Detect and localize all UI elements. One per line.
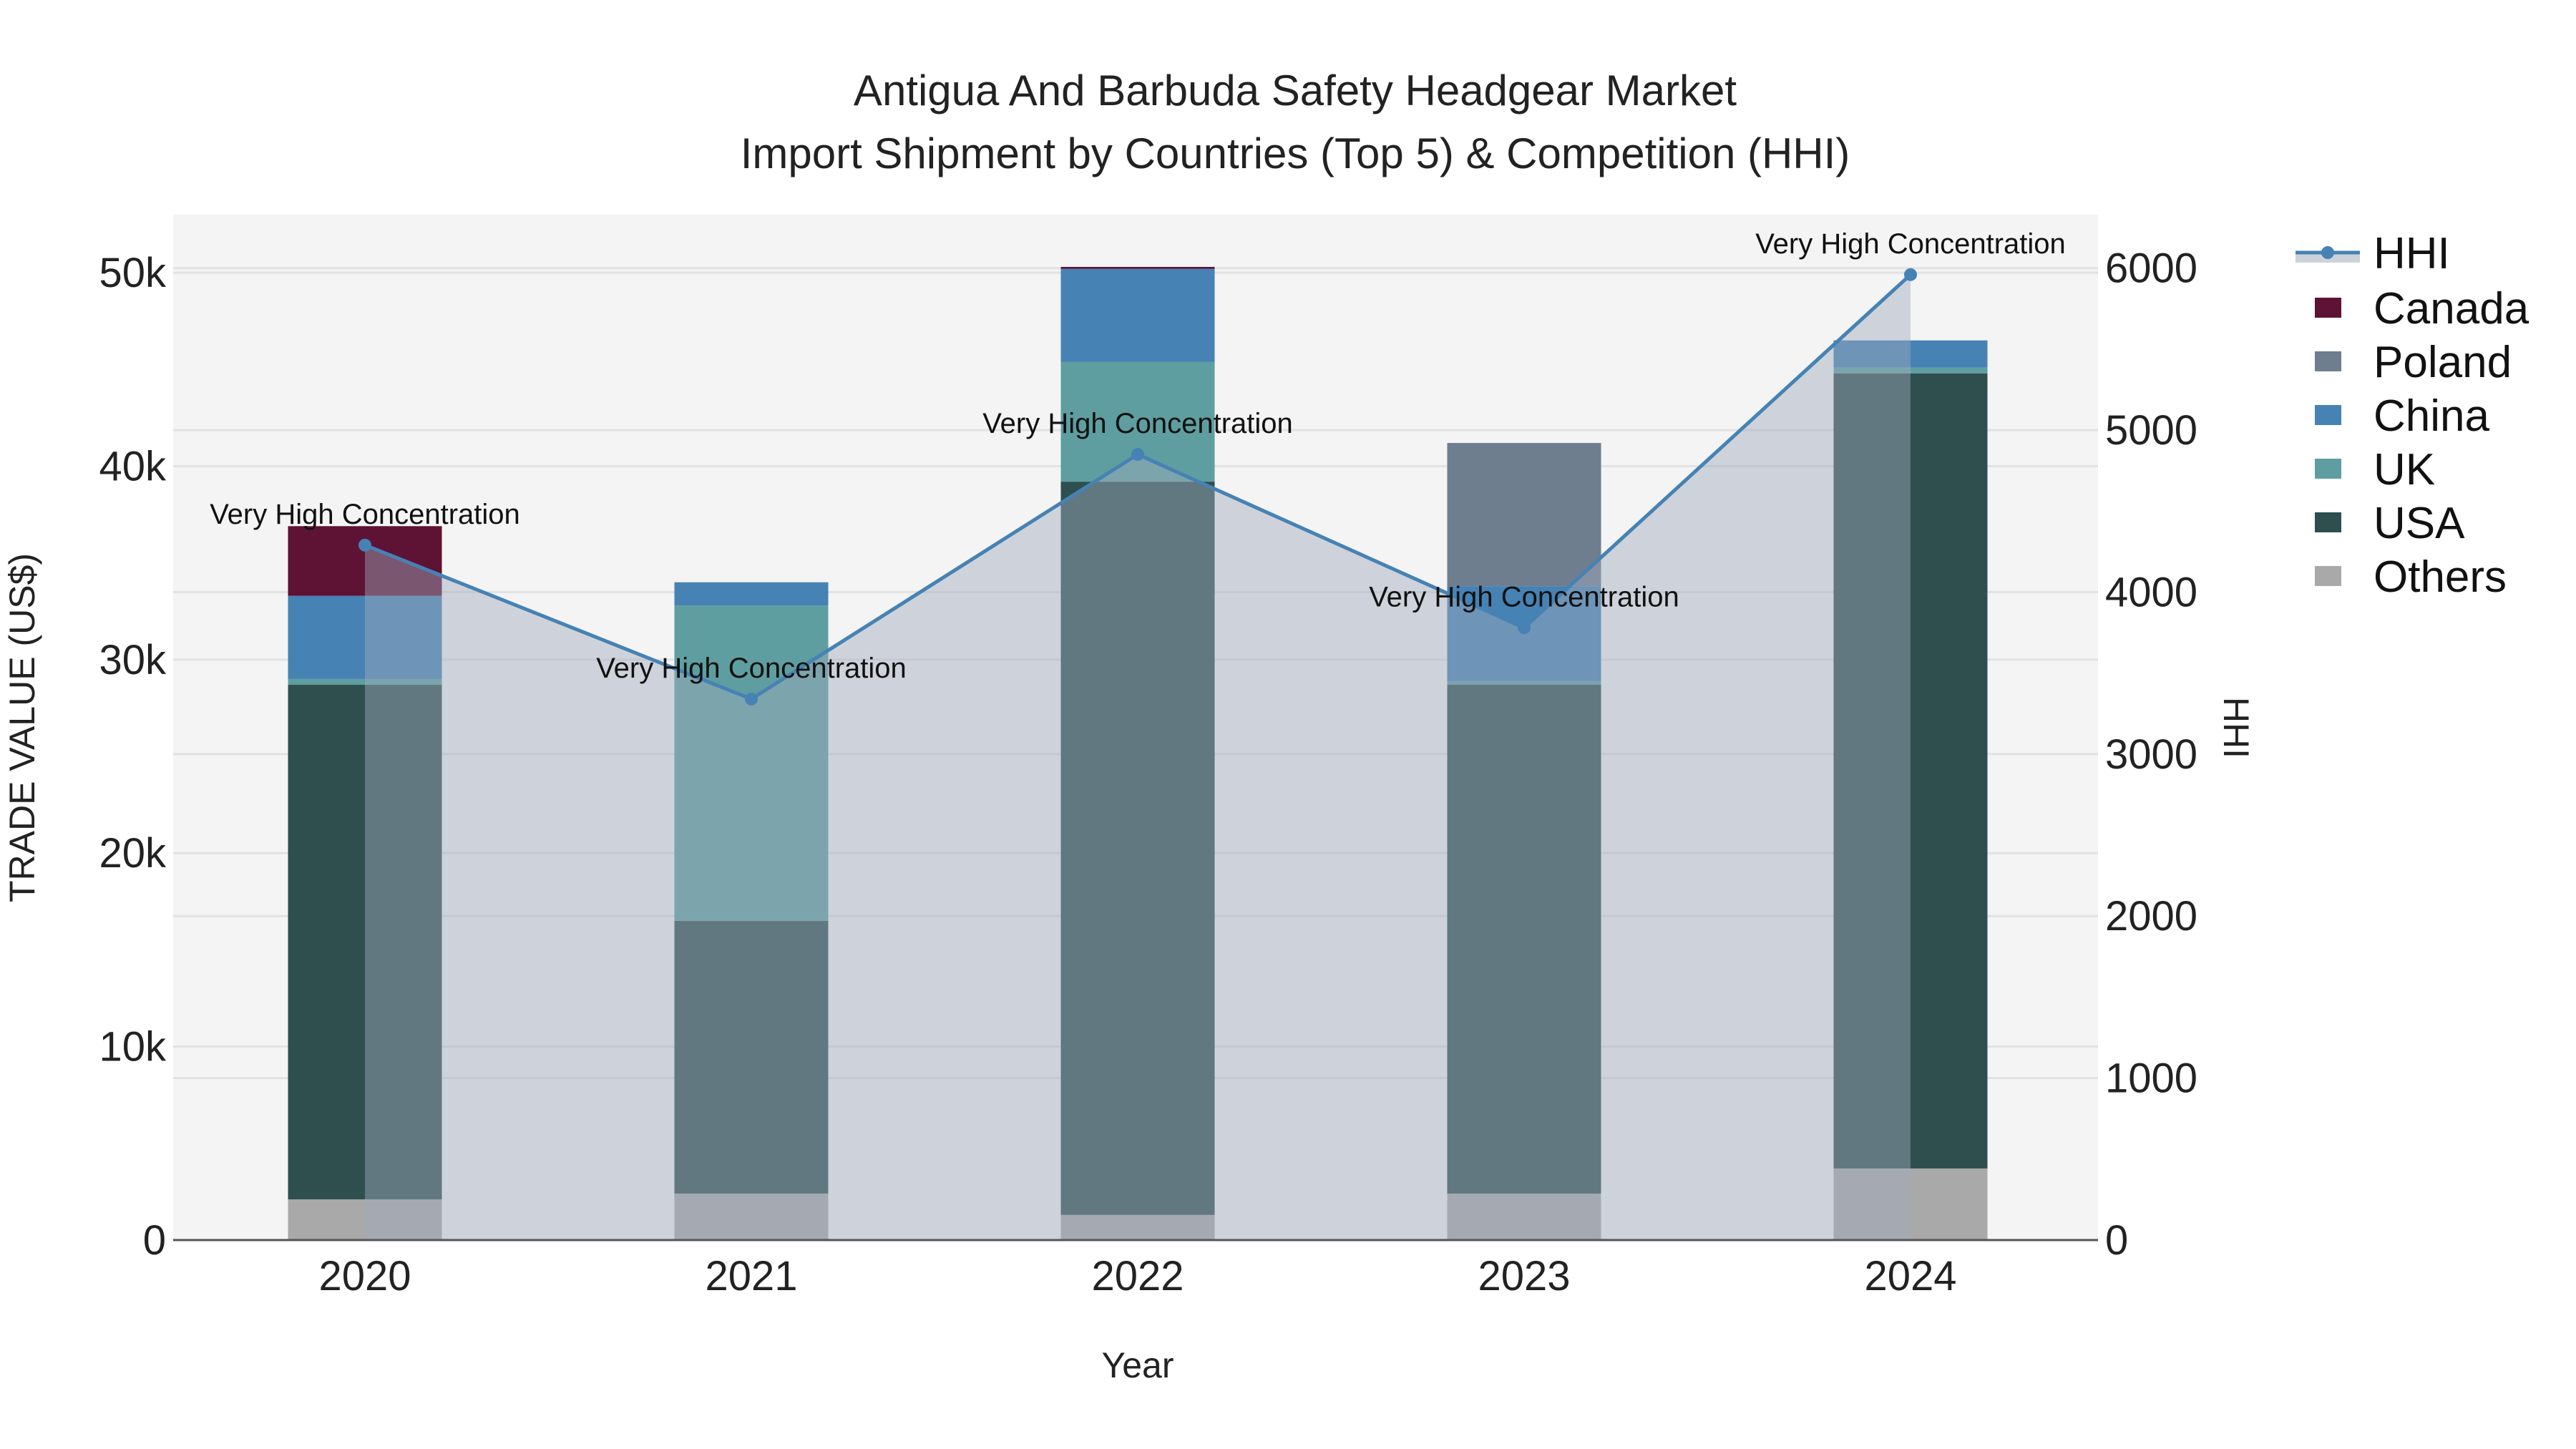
legend-swatch-usa: [2315, 512, 2341, 532]
y-tick-label: 40k: [99, 443, 167, 489]
hhi-annotation: Very High Concentration: [596, 653, 907, 684]
x-tick-label: 2022: [1091, 1253, 1184, 1299]
bar-china: [674, 582, 829, 606]
hhi-point: [745, 692, 758, 706]
bar-china: [1060, 268, 1215, 362]
legend-swatch-canada: [2315, 298, 2341, 318]
legend-label-canada: Canada: [2373, 284, 2529, 333]
y-tick-label: 0: [143, 1217, 166, 1264]
y-axis-title: TRADE VALUE (US$): [2, 553, 42, 902]
chart-subtitle: Import Shipment by Countries (Top 5) & C…: [741, 130, 1850, 177]
legend-swatch-uk: [2315, 459, 2341, 479]
legend-label-poland: Poland: [2373, 338, 2512, 387]
bar-canada: [1060, 267, 1215, 269]
x-axis-title: Year: [1101, 1345, 1174, 1385]
y2-tick-label: 0: [2105, 1217, 2128, 1264]
legend-hhi-marker: [2321, 246, 2334, 259]
legend: HHI Canada PolandChinaUK USAOthers: [2296, 229, 2529, 602]
y-tick-label: 30k: [99, 637, 167, 683]
chart-title: Antigua And Barbuda Safety Headgear Mark…: [854, 67, 1737, 114]
hhi-annotation: Very High Concentration: [1755, 228, 2066, 260]
hhi-point: [1518, 621, 1531, 635]
y2-tick-label: 3000: [2105, 731, 2197, 778]
legend-label-usa: USA: [2373, 499, 2465, 548]
x-tick-label: 2020: [318, 1253, 411, 1299]
hhi-annotation: Very High Concentration: [210, 499, 520, 530]
legend-label-others: Others: [2373, 552, 2507, 602]
y2-tick-label: 4000: [2105, 569, 2197, 615]
legend-swatch-china: [2315, 405, 2341, 425]
hhi-annotation: Very High Concentration: [1369, 581, 1679, 613]
chart: 0 10k 20k 30k 40k 50k 0 1000 2000 3000 4000 5000 600…: [2, 67, 2529, 1385]
legend-label-hhi: HHI: [2373, 229, 2450, 278]
y2-tick-label: 2000: [2105, 893, 2197, 940]
y2-tick-label: 1000: [2105, 1055, 2197, 1102]
hhi-point: [358, 538, 371, 552]
x-tick-label: 2023: [1478, 1253, 1570, 1299]
x-tick-label: 2024: [1864, 1253, 1956, 1299]
legend-label-china: China: [2373, 391, 2490, 441]
y2-tick-label: 6000: [2105, 245, 2197, 292]
legend-label-uk: UK: [2373, 445, 2435, 494]
hhi-annotation: Very High Concentration: [982, 408, 1293, 439]
x-tick-label: 2021: [705, 1253, 797, 1299]
y2-tick-label: 5000: [2105, 407, 2197, 454]
legend-swatch-others: [2315, 566, 2341, 586]
hhi-point: [1131, 448, 1144, 462]
legend-swatch-poland: [2315, 351, 2341, 371]
hhi-point: [1904, 268, 1917, 281]
y-tick-label: 10k: [99, 1024, 167, 1070]
bar-poland: [1447, 443, 1601, 587]
y-tick-label: 50k: [99, 250, 167, 296]
y2-axis-title: HHI: [2216, 697, 2256, 758]
y-tick-label: 20k: [99, 830, 167, 877]
